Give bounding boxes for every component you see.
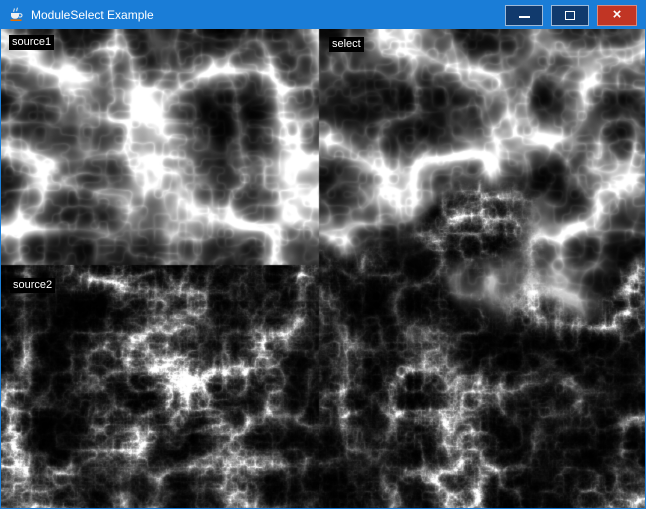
maximize-button[interactable]	[551, 5, 589, 26]
title-bar[interactable]: ModuleSelect Example ×	[1, 1, 645, 29]
maximize-icon	[565, 11, 575, 20]
image-label-source2: source2	[10, 278, 55, 293]
image-label-source1: source1	[9, 35, 54, 50]
noise-render-canvas	[1, 29, 645, 508]
minimize-button[interactable]	[505, 5, 543, 26]
application-window: ModuleSelect Example × source1 select so…	[0, 0, 646, 509]
close-button[interactable]: ×	[597, 5, 637, 26]
close-icon: ×	[613, 7, 622, 22]
image-label-select: select	[329, 37, 364, 52]
window-title: ModuleSelect Example	[31, 8, 154, 22]
minimize-icon	[519, 16, 530, 18]
java-app-icon	[8, 7, 24, 23]
client-area: source1 select source2	[1, 29, 645, 508]
window-controls: ×	[505, 5, 645, 26]
